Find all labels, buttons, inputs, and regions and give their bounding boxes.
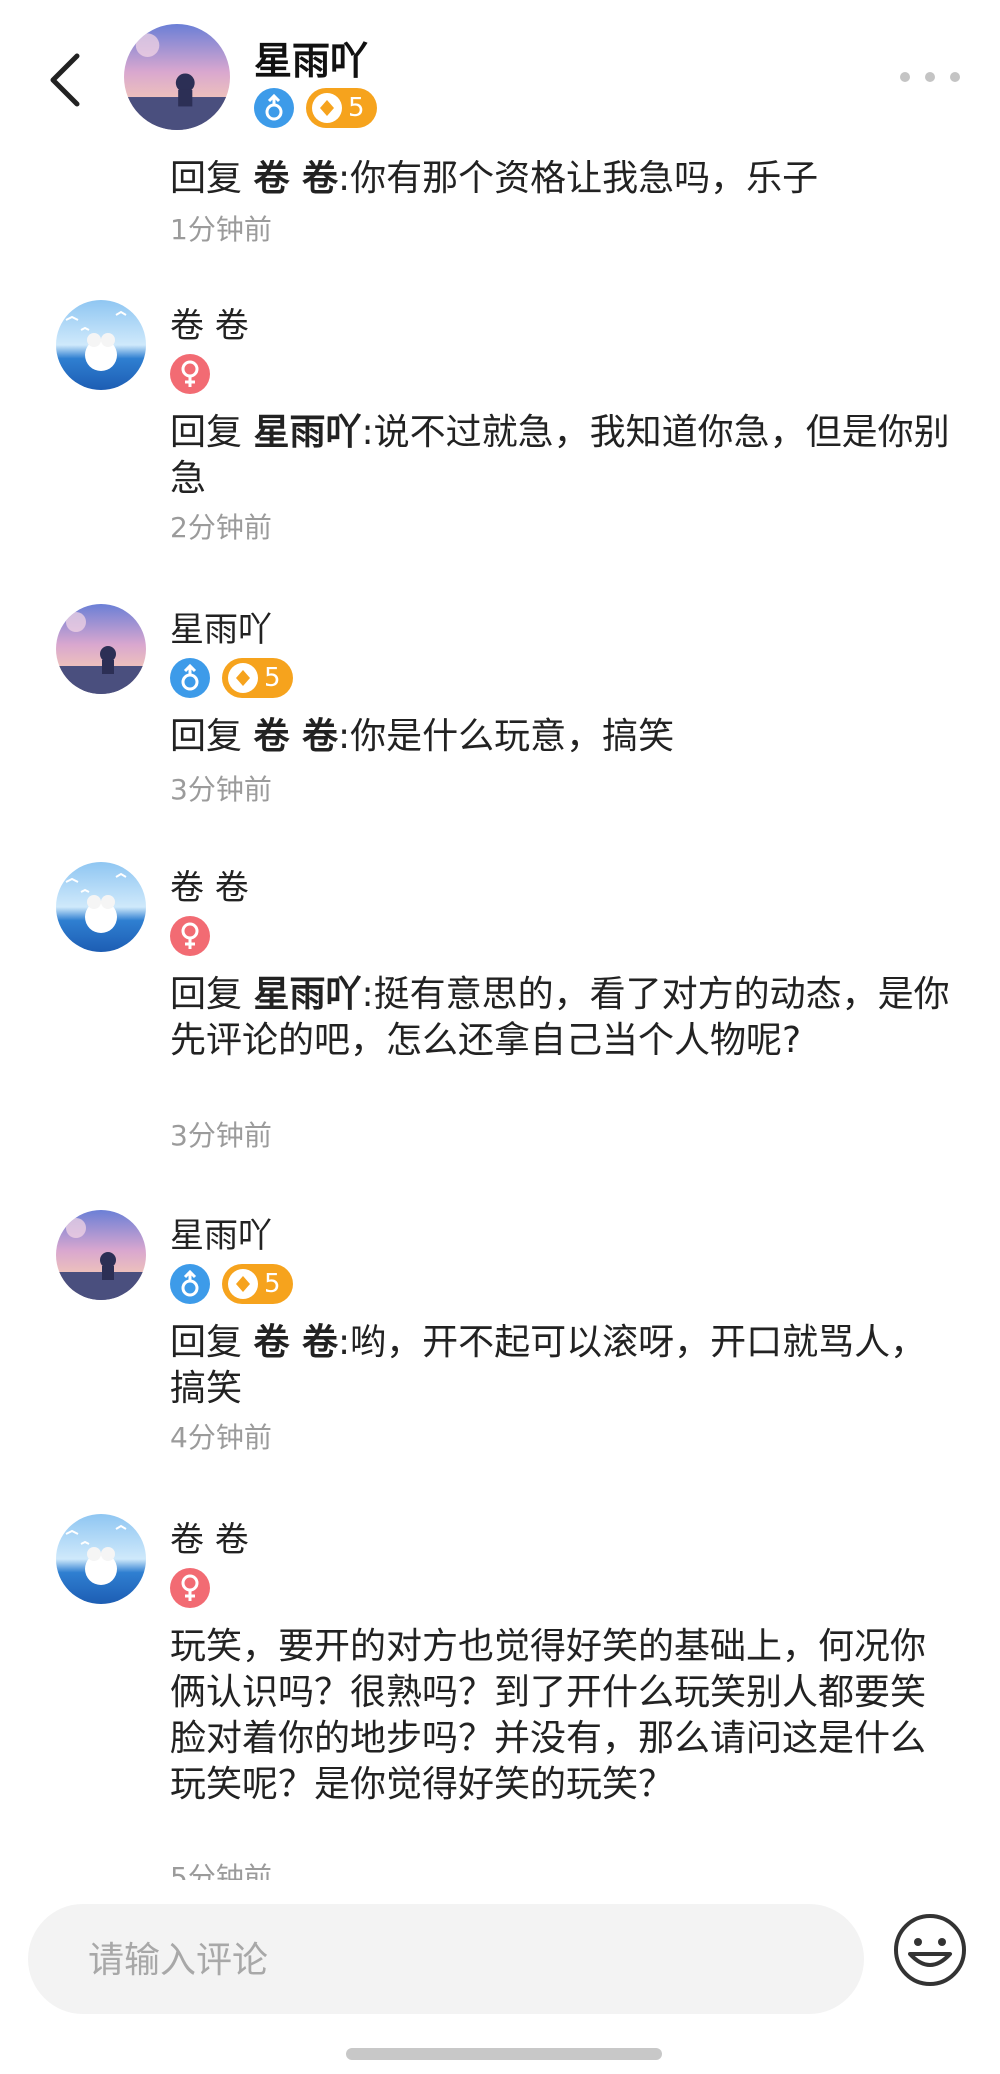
level-badge: 5 [222, 658, 293, 698]
avatar[interactable] [56, 1210, 146, 1300]
top-bar: 星雨吖 5 [0, 0, 1000, 160]
comment-time: 2分钟前 [170, 511, 272, 544]
male-icon [254, 88, 294, 128]
comment-input-bar [0, 1880, 1000, 2074]
avatar[interactable] [56, 1514, 146, 1604]
comment-text: 回复 星雨吖:说不过就急，我知道你急，但是你别急 [170, 412, 950, 499]
smiley-icon [894, 1914, 966, 1986]
level-badge: 5 [306, 88, 377, 128]
comment-author[interactable]: 卷 卷 [170, 860, 249, 909]
comment-time: 4分钟前 [170, 1421, 272, 1454]
back-button[interactable] [40, 52, 90, 108]
more-dots-icon [900, 72, 910, 82]
comment-list[interactable]: 回复 卷 卷:你有那个资格让我急吗，乐子 1分钟前 卷 卷 回复 星雨吖:说不过… [0, 0, 1000, 1880]
comment-author[interactable]: 星雨吖 [170, 1208, 272, 1257]
avatar[interactable] [124, 24, 230, 130]
comment-time: 3分钟前 [170, 773, 272, 806]
profile-name: 星雨吖 [254, 39, 369, 83]
female-icon [170, 1568, 210, 1608]
comment-author[interactable]: 卷 卷 [170, 1512, 249, 1561]
comment-input[interactable] [86, 1904, 850, 2016]
comment-author[interactable]: 卷 卷 [170, 298, 249, 347]
comment-text: 回复 星雨吖:挺有意思的，看了对方的动态，是你先评论的吧，怎么还拿自己当个人物呢… [170, 974, 950, 1061]
level-badge: 5 [222, 1264, 293, 1304]
home-indicator [346, 2048, 662, 2060]
diamond-icon [228, 663, 258, 693]
diamond-icon [312, 93, 342, 123]
female-icon [170, 916, 210, 956]
diamond-icon [228, 1269, 258, 1299]
comment-text: 玩笑，要开的对方也觉得好笑的基础上，何况你俩认识吗？很熟吗？到了开什么玩笑别人都… [170, 1626, 927, 1805]
chevron-left-icon [50, 53, 80, 107]
comment-time: 1分钟前 [170, 213, 272, 246]
male-icon [170, 658, 210, 698]
avatar[interactable] [56, 300, 146, 390]
comment-author[interactable]: 星雨吖 [170, 602, 272, 651]
comment-input-container[interactable] [28, 1904, 864, 2016]
male-icon [170, 1264, 210, 1304]
avatar[interactable] [56, 862, 146, 952]
emoji-button[interactable] [890, 1910, 970, 1990]
comment-text: 回复 卷 卷:你是什么玩意，搞笑 [170, 716, 675, 757]
comment-time: 3分钟前 [170, 1119, 272, 1152]
more-button[interactable] [900, 62, 960, 92]
comment-time: 5分钟前 [170, 1861, 272, 1880]
comment-text: 回复 卷 卷:你有那个资格让我急吗，乐子 [170, 158, 819, 199]
comment-text: 回复 卷 卷:哟，开不起可以滚呀，开口就骂人，搞笑 [170, 1322, 927, 1409]
avatar[interactable] [56, 604, 146, 694]
female-icon [170, 354, 210, 394]
